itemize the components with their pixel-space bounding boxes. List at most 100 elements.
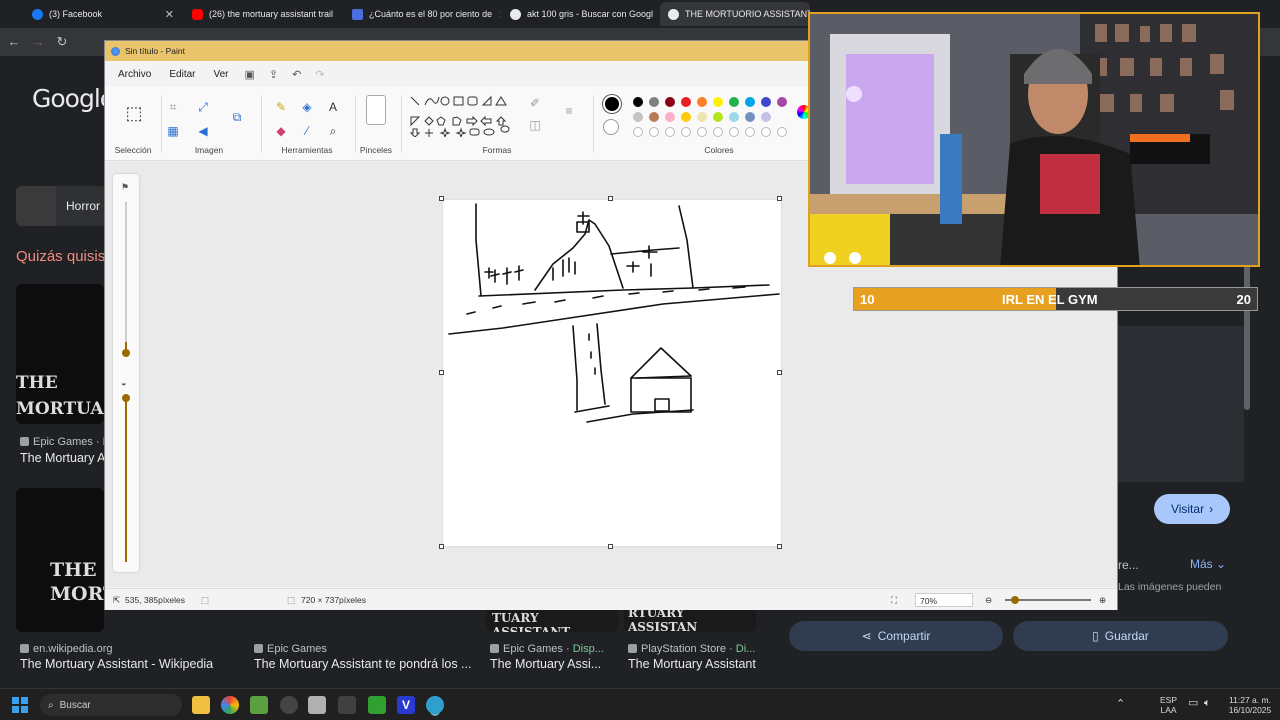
color-swatch[interactable] — [665, 112, 675, 122]
color-swatch[interactable] — [745, 112, 755, 122]
zoom-slider-thumb[interactable] — [1011, 596, 1019, 604]
tab-mortuorio[interactable]: THE MORTUORIO ASSISTANT ✕ — [660, 2, 810, 26]
resize-handle[interactable] — [608, 196, 613, 201]
save-icon[interactable]: ▣ — [238, 68, 262, 81]
volume-icon[interactable]: 🔈︎ — [1204, 698, 1211, 709]
menu-editar[interactable]: Editar — [160, 69, 204, 80]
color-swatch[interactable] — [633, 97, 643, 107]
color-picker-icon[interactable]: ⁄ — [299, 123, 315, 139]
share-icon[interactable]: ⇪ — [262, 68, 285, 81]
pencil-icon[interactable]: ✎ — [273, 99, 289, 115]
paint-taskbar-icon[interactable] — [426, 696, 444, 714]
app-icon[interactable] — [368, 696, 386, 714]
color-swatch[interactable] — [713, 97, 723, 107]
rotate-icon[interactable]: ◀ — [195, 123, 211, 139]
image-layers-icon[interactable]: ⧉ — [229, 109, 245, 125]
custom-color-slot[interactable] — [745, 127, 755, 137]
vegas-icon[interactable]: V — [397, 696, 415, 714]
language-indicator[interactable]: ESP LAA — [1160, 695, 1177, 715]
color-swatch[interactable] — [697, 112, 707, 122]
color-swatch[interactable] — [665, 97, 675, 107]
close-icon[interactable]: ✕ — [165, 8, 174, 21]
resize-handle[interactable] — [777, 370, 782, 375]
drawing-canvas[interactable] — [443, 200, 781, 546]
eraser-icon[interactable]: ◆ — [273, 123, 289, 139]
visit-button[interactable]: Visitar › — [1154, 494, 1230, 524]
color-swatch[interactable] — [777, 97, 787, 107]
tab-google-search[interactable]: akt 100 gris - Buscar con Googl ✕ — [502, 2, 658, 26]
share-button[interactable]: ⋖ Compartir — [789, 621, 1003, 651]
result-title[interactable]: The Mortuary Assistant - Wikipedia — [20, 657, 213, 671]
result-image-card[interactable]: THE MORTUARY — [16, 284, 104, 424]
result-title[interactable]: The Mortuary Assistant — [628, 657, 756, 671]
color-swatch[interactable] — [745, 97, 755, 107]
result-title[interactable]: The Mortuary Assistant te pondrá los ... — [254, 657, 471, 671]
color-swatch[interactable] — [729, 112, 739, 122]
menu-archivo[interactable]: Archivo — [109, 69, 160, 80]
custom-color-slot[interactable] — [729, 127, 739, 137]
custom-color-slot[interactable] — [633, 127, 643, 137]
reload-icon[interactable]: ↻ — [54, 34, 70, 50]
horror-chip[interactable]: Horror — [16, 186, 106, 226]
custom-color-slot[interactable] — [697, 127, 707, 137]
clock[interactable]: 11:27 a. m. 16/10/2025 — [1224, 695, 1276, 715]
app-icon[interactable] — [280, 696, 298, 714]
color-swatch[interactable] — [649, 97, 659, 107]
resize-handle[interactable] — [439, 544, 444, 549]
select-rectangle-icon[interactable]: ⬚ — [125, 104, 143, 122]
opacity-slider-track[interactable] — [125, 396, 127, 562]
color-swatch[interactable] — [649, 112, 659, 122]
color-swatch[interactable] — [697, 97, 707, 107]
save-button[interactable]: ▯ Guardar — [1013, 621, 1228, 651]
custom-color-slot[interactable] — [713, 127, 723, 137]
result-title[interactable]: The Mortuary Assi... — [490, 657, 601, 671]
minecraft-icon[interactable] — [250, 696, 268, 714]
google-logo[interactable]: Google — [32, 84, 115, 113]
custom-color-slot[interactable] — [649, 127, 659, 137]
resize-handle[interactable] — [439, 370, 444, 375]
close-icon[interactable]: ✕ — [498, 8, 500, 21]
magnifier-icon[interactable]: ⌕ — [325, 123, 341, 139]
custom-color-slot[interactable] — [761, 127, 771, 137]
chevron-up-icon[interactable]: ⌃ — [1116, 699, 1125, 710]
result-image-card[interactable]: THE MORT — [16, 488, 104, 632]
custom-color-slot[interactable] — [665, 127, 675, 137]
zoom-in-icon[interactable]: ⊕ — [1099, 595, 1106, 606]
file-explorer-icon[interactable] — [192, 696, 210, 714]
color-swatch[interactable] — [761, 97, 771, 107]
resize-icon[interactable]: ⤢ — [195, 99, 211, 115]
primary-color[interactable] — [603, 95, 621, 113]
forward-icon[interactable]: → — [30, 34, 46, 50]
color-swatch[interactable] — [729, 97, 739, 107]
network-icon[interactable]: ▭ — [1188, 698, 1198, 709]
tab-calculo[interactable]: ¿Cuánto es el 80 por ciento de ✕ — [344, 2, 500, 26]
color-swatch[interactable] — [681, 112, 691, 122]
more-button[interactable]: Más ⌄ — [1190, 557, 1226, 571]
crop-icon[interactable]: ⌗ — [165, 99, 181, 115]
fit-icon[interactable]: ⛶ — [891, 595, 897, 606]
tab-youtube[interactable]: (26) the mortuary assistant trail ✕ — [184, 2, 340, 26]
fill-icon[interactable]: ◈ — [299, 99, 315, 115]
zoom-out-icon[interactable]: ⊖ — [985, 595, 992, 606]
resize-handle[interactable] — [439, 196, 444, 201]
close-icon[interactable]: ✕ — [339, 8, 340, 21]
resize-handle[interactable] — [777, 544, 782, 549]
size-icon[interactable]: ≡ — [561, 103, 577, 119]
text-icon[interactable]: A — [325, 99, 341, 115]
size-slider-thumb[interactable] — [122, 349, 130, 357]
result-title[interactable]: The Mortuary As — [20, 451, 112, 465]
custom-color-slot[interactable] — [777, 127, 787, 137]
color-swatch[interactable] — [713, 112, 723, 122]
tab-facebook[interactable]: (3) Facebook ✕ — [24, 2, 182, 26]
shapes-gallery-icon[interactable] — [407, 93, 511, 137]
zoom-select[interactable]: 70% — [915, 593, 973, 607]
opacity-slider-thumb[interactable] — [122, 394, 130, 402]
taskbar-search[interactable]: ⌕ Buscar — [40, 694, 182, 716]
color-swatch[interactable] — [681, 97, 691, 107]
size-slider-track[interactable] — [125, 202, 127, 352]
resize-handle[interactable] — [608, 544, 613, 549]
undo-icon[interactable]: ↶ — [285, 68, 308, 81]
outline-icon[interactable]: ✐ — [527, 95, 543, 111]
brush-icon[interactable] — [366, 95, 386, 125]
back-icon[interactable]: ← — [6, 34, 22, 50]
